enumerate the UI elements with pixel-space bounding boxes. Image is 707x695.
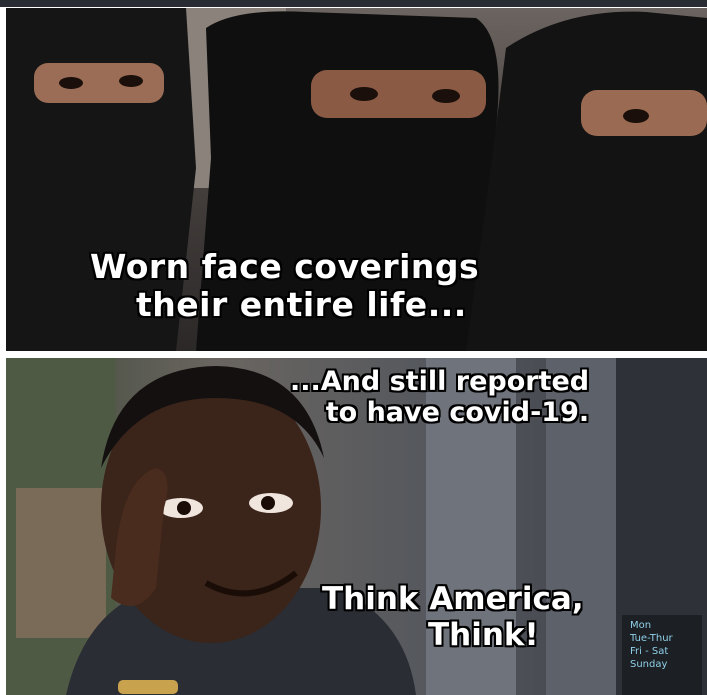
- chalkboard-line: Mon: [630, 620, 652, 631]
- bottom-caption-bottom-line1: Think America,: [322, 581, 584, 617]
- meme-image: Worn face coverings their entire life...…: [0, 0, 707, 695]
- bottom-caption-top-line2: to have covid-19.: [325, 397, 590, 429]
- wristwatch: [118, 680, 178, 694]
- chalkboard-sign: Mon Tue-Thur Fri - Sat Sunday: [622, 615, 702, 695]
- chalkboard-line: Fri - Sat: [630, 646, 669, 657]
- bottom-caption-bottom: Think America, Think!: [322, 581, 584, 653]
- eye-slit-center: [311, 70, 486, 118]
- top-caption: Worn face coverings their entire life...: [90, 248, 479, 324]
- top-bar: [0, 0, 707, 7]
- eye-slit-left: [34, 63, 164, 103]
- niqab-right: [466, 11, 707, 351]
- top-caption-line1: Worn face coverings: [90, 247, 480, 286]
- top-caption-line2: their entire life...: [136, 284, 467, 324]
- chalkboard-line: Sunday: [630, 659, 668, 670]
- chalkboard-line: Tue-Thur: [630, 633, 673, 644]
- bottom-caption-top-line1: ...And still reported: [290, 366, 590, 397]
- bottom-caption-bottom-line2: Think!: [428, 616, 539, 653]
- building-background: [16, 488, 106, 638]
- bottom-caption-top: ...And still reported to have covid-19.: [290, 366, 589, 428]
